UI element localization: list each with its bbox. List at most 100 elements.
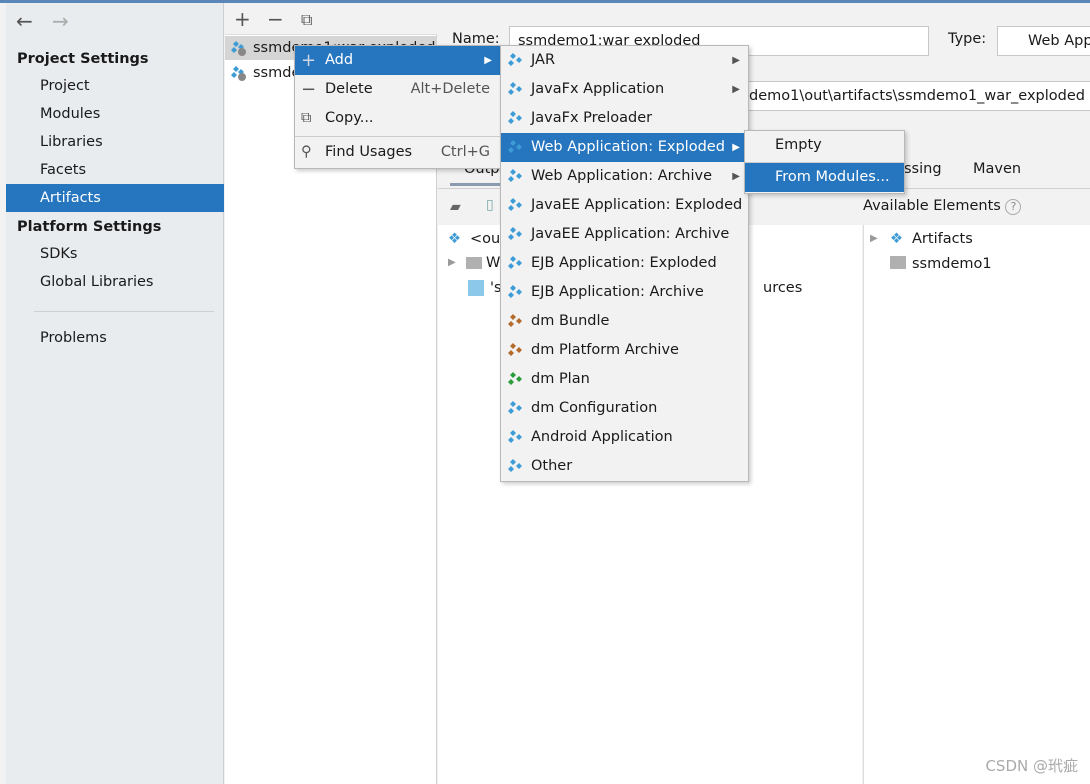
web-artifact-icon xyxy=(231,41,246,56)
tree-label: ssmdemo1 xyxy=(912,256,992,272)
menu-item-dm-plan[interactable]: dm Plan xyxy=(501,365,748,394)
available-elements-tree: ▶ ❖ Artifacts ssmdemo1 xyxy=(863,225,1090,784)
folder-icon xyxy=(466,257,482,269)
submenu-arrow-icon: ▶ xyxy=(732,171,740,182)
artifact-type-icon xyxy=(508,198,522,211)
artifact-type-icon xyxy=(508,82,522,95)
menu-label: JavaEE Application: Archive xyxy=(531,226,730,242)
menu-item-delete[interactable]: − Delete Alt+Delete xyxy=(295,75,500,104)
menu-item-ejb-application-exploded[interactable]: EJB Application: Exploded xyxy=(501,249,748,278)
menu-item-javafx-preloader[interactable]: JavaFx Preloader xyxy=(501,104,748,133)
forward-arrow-icon[interactable]: → xyxy=(52,9,69,33)
tree-item[interactable]: ssmdemo1 xyxy=(864,252,1076,276)
submenu-arrow-icon: ▶ xyxy=(732,142,740,153)
project-settings-heading: Project Settings xyxy=(17,51,149,67)
menu-item-find-usages[interactable]: ⚲ Find Usages Ctrl+G xyxy=(295,138,500,167)
module-icon xyxy=(890,256,906,269)
menu-item-dm-bundle[interactable]: dm Bundle xyxy=(501,307,748,336)
back-arrow-icon[interactable]: ← xyxy=(16,9,33,33)
type-value: Web App xyxy=(1028,33,1090,49)
artifact-type-icon xyxy=(508,372,522,385)
artifact-type-icon xyxy=(508,430,522,443)
menu-item-from-modules[interactable]: From Modules... xyxy=(745,163,904,192)
menu-item-javaee-application-archive[interactable]: JavaEE Application: Archive xyxy=(501,220,748,249)
menu-label: JavaFx Preloader xyxy=(531,110,653,126)
context-menu: + Add ▶ − Delete Alt+Delete ⧉ Copy... ⚲ Find U… xyxy=(294,45,501,169)
expand-arrow-icon[interactable]: ▶ xyxy=(870,227,886,244)
artifact-type-icon xyxy=(508,285,522,298)
menu-separator xyxy=(295,136,500,137)
sidebar-item-global-libraries[interactable]: Global Libraries xyxy=(6,268,224,296)
menu-item-android-application[interactable]: Android Application xyxy=(501,423,748,452)
menu-item-add[interactable]: + Add ▶ xyxy=(295,46,500,75)
menu-item-web-application-archive[interactable]: Web Application: Archive ▶ xyxy=(501,162,748,191)
menu-item-copy[interactable]: ⧉ Copy... xyxy=(295,104,500,133)
tree-item[interactable]: ▶ ❖ Artifacts xyxy=(864,227,1076,251)
menu-label: From Modules... xyxy=(775,169,890,185)
menu-label: dm Configuration xyxy=(531,400,658,416)
menu-item-ejb-application-archive[interactable]: EJB Application: Archive xyxy=(501,278,748,307)
tree-label-tail: urces xyxy=(763,280,803,296)
sidebar-item-problems[interactable]: Problems xyxy=(6,324,224,352)
sidebar-item-artifacts[interactable]: Artifacts xyxy=(6,184,224,212)
menu-label: dm Platform Archive xyxy=(531,342,679,358)
menu-label: Copy... xyxy=(325,110,374,126)
add-icon[interactable]: + xyxy=(234,7,251,31)
copy-icon[interactable]: ⧉ xyxy=(301,10,312,30)
watermark: CSDN @玳疵 xyxy=(985,757,1078,775)
menu-label: EJB Application: Archive xyxy=(531,284,704,300)
web-artifact-icon xyxy=(231,66,246,81)
remove-icon[interactable]: − xyxy=(267,7,284,31)
sidebar-item-libraries[interactable]: Libraries xyxy=(6,128,224,156)
expand-arrow-icon[interactable]: ▶ xyxy=(448,251,464,268)
menu-item-jar[interactable]: JAR ▶ xyxy=(501,46,748,75)
menu-label: Delete xyxy=(325,81,373,97)
menu-shortcut: Alt+Delete xyxy=(410,81,490,97)
submenu-arrow-icon: ▶ xyxy=(732,55,740,66)
menu-label: Other xyxy=(531,458,573,474)
artifact-type-icon xyxy=(508,140,522,153)
menu-label: dm Plan xyxy=(531,371,590,387)
output-directory-input[interactable]: demo1\out\artifacts\ssmdemo1_war_explode… xyxy=(738,81,1090,111)
minus-icon: − xyxy=(301,79,317,100)
platform-settings-heading: Platform Settings xyxy=(17,219,162,235)
menu-label: EJB Application: Exploded xyxy=(531,255,717,271)
type-select[interactable]: Web App xyxy=(997,26,1090,56)
add-submenu: JAR ▶ JavaFx Application ▶ JavaFx Preloader W… xyxy=(500,45,749,482)
menu-item-javaee-application-exploded[interactable]: JavaEE Application: Exploded xyxy=(501,191,748,220)
submenu-arrow-icon: ▶ xyxy=(732,84,740,95)
menu-label: JavaFx Application xyxy=(531,81,665,97)
sidebar-item-modules[interactable]: Modules xyxy=(6,100,224,128)
tab-post-processing[interactable]: ssing xyxy=(904,161,942,177)
help-icon[interactable]: ? xyxy=(1005,199,1022,215)
type-label: Type: xyxy=(948,31,987,47)
new-folder-icon[interactable]: ▰ xyxy=(450,199,461,215)
web-facet-icon xyxy=(468,280,484,296)
menu-shortcut: Ctrl+G xyxy=(440,144,490,160)
sidebar-item-facets[interactable]: Facets xyxy=(6,156,224,184)
menu-item-dm-platform-archive[interactable]: dm Platform Archive xyxy=(501,336,748,365)
menu-item-javafx-application[interactable]: JavaFx Application ▶ xyxy=(501,75,748,104)
menu-item-empty[interactable]: Empty xyxy=(745,131,904,160)
menu-label: Web Application: Exploded xyxy=(531,139,725,155)
menu-label: Android Application xyxy=(531,429,673,445)
sidebar-item-project[interactable]: Project xyxy=(6,72,224,100)
menu-item-web-application-exploded[interactable]: Web Application: Exploded ▶ xyxy=(501,133,748,162)
menu-label: Web Application: Archive xyxy=(531,168,712,184)
copy-icon: ⧉ xyxy=(301,110,312,126)
artifact-type-icon xyxy=(508,256,522,269)
web-exploded-submenu: Empty From Modules... xyxy=(744,130,905,194)
tab-maven[interactable]: Maven xyxy=(973,161,1021,177)
sidebar-item-sdks[interactable]: SDKs xyxy=(6,240,224,268)
archive-icon[interactable]: ▯ xyxy=(486,197,494,213)
artifact-type-icon xyxy=(508,401,522,414)
tree-label: Artifacts xyxy=(912,231,973,247)
menu-item-other[interactable]: Other xyxy=(501,452,748,481)
artifact-type-icon xyxy=(508,227,522,240)
menu-label: Find Usages xyxy=(325,144,413,160)
divider xyxy=(34,311,214,312)
menu-item-dm-configuration[interactable]: dm Configuration xyxy=(501,394,748,423)
artifact-type-icon xyxy=(508,169,522,182)
available-elements-text: Available Elements xyxy=(863,198,1001,214)
artifact-type-icon xyxy=(508,314,522,327)
